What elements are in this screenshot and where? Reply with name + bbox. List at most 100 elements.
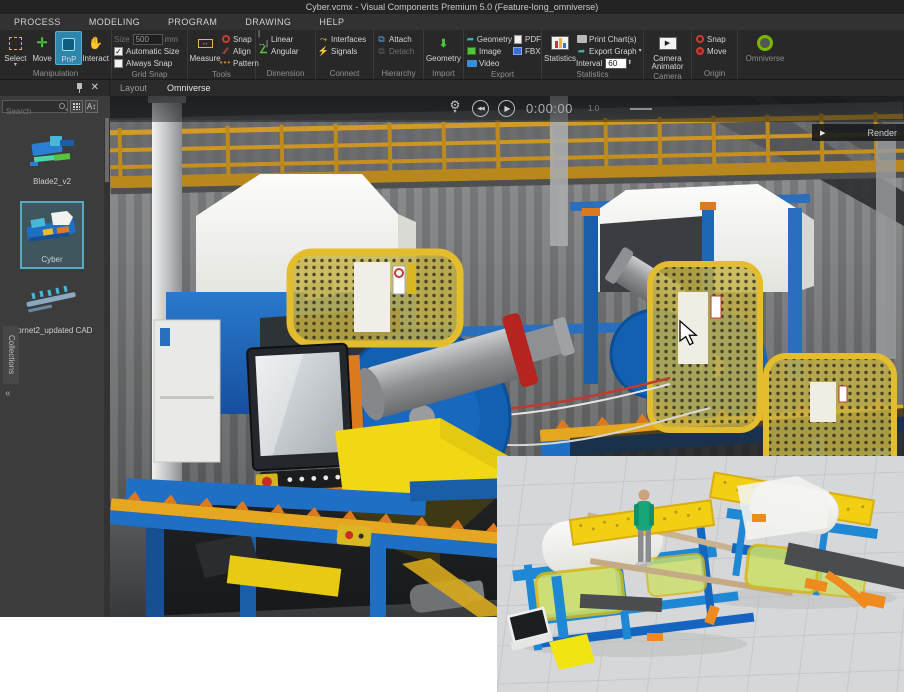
omniverse-button[interactable]: Omniverse	[740, 31, 790, 63]
scrollbar-thumb[interactable]	[105, 118, 109, 182]
measure-button[interactable]: ↔ Measure	[190, 31, 220, 63]
video-icon	[467, 60, 477, 67]
automatic-size-checkbox[interactable]: ✓ Automatic Size	[114, 45, 179, 57]
snap-button[interactable]: Snap	[220, 33, 259, 45]
interval-input[interactable]	[605, 58, 627, 69]
search-icon	[59, 103, 65, 109]
group-tools: ↔ Measure Snap ⁄⁄ Align ••• Pattern	[188, 30, 256, 79]
detach-button[interactable]: ⧉ Detach	[376, 45, 414, 57]
snap-icon	[222, 35, 230, 43]
group-grid-snap: Size mm ✓ Automatic Size Always Snap Gri…	[112, 30, 188, 79]
component-blade2[interactable]: Blade2_v2	[6, 130, 98, 187]
grid-view-button[interactable]	[70, 100, 83, 113]
inset-3d-view[interactable]	[497, 456, 904, 692]
origin-snap-icon	[696, 35, 704, 43]
playback-settings-button[interactable]: ⚙ ▾	[448, 98, 462, 115]
group-dimension: |↔| Linear ∠ Angular Dimension	[256, 30, 316, 79]
image-icon	[467, 47, 476, 55]
menu-bar: PROCESS MODELING PROGRAM DRAWING HELP	[0, 14, 904, 30]
signals-icon: ⚡	[318, 46, 329, 56]
size-input[interactable]	[133, 34, 163, 45]
pnp-icon	[62, 38, 75, 51]
export-video-button[interactable]: Video	[466, 57, 512, 69]
group-connect: ⤳ Interfaces ⚡ Signals Connect	[316, 30, 374, 79]
menu-program[interactable]: PROGRAM	[154, 17, 231, 27]
attach-button[interactable]: ⧉ Attach	[376, 33, 414, 45]
collapse-panel-icon[interactable]: «	[5, 388, 11, 399]
angular-icon: ∠	[258, 46, 269, 56]
group-camera: ▶ Camera Animator Camera	[644, 30, 692, 79]
component-hornet2[interactable]: Hornet2_updated CAD	[6, 279, 98, 336]
export-image-button[interactable]: Image	[466, 45, 512, 57]
header-strip: ✕ Layout Omniverse	[0, 80, 904, 96]
group-omniverse: Omniverse	[738, 30, 792, 79]
search-row: A↕	[0, 96, 110, 117]
camera-animator-icon: ▶	[659, 37, 677, 50]
collections-tab[interactable]: Collections	[3, 326, 19, 384]
pattern-icon: •••	[220, 58, 231, 68]
group-origin: Snap Move Origin	[692, 30, 738, 79]
close-icon[interactable]: ✕	[91, 80, 99, 96]
move-icon: ✛	[37, 35, 48, 51]
origin-move-button[interactable]: Move	[694, 45, 727, 57]
align-button[interactable]: ⁄⁄ Align	[220, 45, 259, 57]
detach-icon: ⧉	[376, 46, 387, 56]
search-box	[2, 100, 68, 113]
pnp-button[interactable]: PnP	[55, 31, 82, 65]
simulation-speed: 1.0	[588, 104, 599, 113]
interval-spinner[interactable]: ⬍	[627, 61, 632, 66]
render-panel-tab[interactable]: ▶ Render	[812, 124, 904, 141]
export-geometry-button[interactable]: ➦ Geometry	[466, 33, 512, 45]
export-fbx-button[interactable]: FBX	[512, 45, 541, 57]
component-list: Blade2_v2 Cyber	[0, 120, 104, 336]
menu-process[interactable]: PROCESS	[0, 17, 75, 27]
signals-button[interactable]: ⚡ Signals	[318, 45, 366, 57]
tab-omniverse[interactable]: Omniverse	[157, 80, 221, 96]
export-graph-dropdown-icon: ▾	[639, 49, 642, 54]
empty-area	[0, 617, 497, 692]
statistics-button[interactable]: Statistics	[544, 31, 576, 63]
search-input[interactable]	[3, 106, 67, 117]
linear-button[interactable]: |↔| Linear	[258, 33, 299, 45]
group-import: ⬇ Geometry Import	[424, 30, 464, 79]
interfaces-button[interactable]: ⤳ Interfaces	[318, 33, 366, 45]
grid-view-icon	[73, 103, 80, 110]
sort-button[interactable]: A↕	[85, 100, 98, 113]
play-button[interactable]: ▶	[498, 100, 515, 117]
ribbon: Select ▾ ✛ Move PnP ✋ Interact Manipulat…	[0, 30, 904, 80]
export-graph-button[interactable]: ➦ Export Graph ▾	[576, 45, 642, 57]
export-pdf-button[interactable]: PDF	[512, 33, 541, 45]
tab-layout[interactable]: Layout	[110, 80, 157, 96]
menu-help[interactable]: HELP	[305, 17, 358, 27]
inset-scene	[497, 456, 904, 692]
interfaces-icon: ⤳	[318, 34, 329, 44]
rewind-icon: ◀◀	[477, 106, 483, 112]
pin-icon[interactable]	[76, 83, 83, 93]
application-window: Cyber.vcmx - Visual Components Premium 5…	[0, 0, 904, 692]
menu-modeling[interactable]: MODELING	[75, 17, 154, 27]
playback-bar: ⚙ ▾ ◀◀ ▶ 0:00:00 1.0	[110, 96, 904, 122]
menu-drawing[interactable]: DRAWING	[231, 17, 305, 27]
move-button[interactable]: ✛ Move	[29, 31, 56, 63]
select-button[interactable]: Select ▾	[2, 31, 29, 68]
pattern-button[interactable]: ••• Pattern	[220, 57, 259, 69]
view-tabs: Layout Omniverse	[110, 80, 221, 96]
camera-animator-button[interactable]: ▶ Camera Animator	[646, 31, 689, 71]
print-charts-button[interactable]: Print Chart(s)	[576, 33, 642, 45]
component-cyber-selected[interactable]: Cyber	[20, 201, 84, 269]
component-thumbnail	[21, 206, 83, 252]
export-geometry-icon: ➦	[466, 34, 475, 44]
window-title: Cyber.vcmx - Visual Components Premium 5…	[306, 2, 598, 12]
pdf-icon	[514, 35, 522, 44]
always-snap-checkbox[interactable]: Always Snap	[114, 57, 179, 69]
origin-snap-button[interactable]: Snap	[694, 33, 727, 45]
speed-slider[interactable]	[630, 108, 652, 110]
sort-icon: A↕	[87, 103, 96, 111]
rewind-button[interactable]: ◀◀	[472, 100, 489, 117]
group-statistics: Statistics Print Chart(s) ➦ Export Graph…	[542, 30, 644, 79]
interval-row: Interval ⬍	[576, 57, 642, 69]
render-tab-label: Render	[867, 128, 897, 138]
interact-button[interactable]: ✋ Interact	[82, 31, 109, 63]
import-geometry-button[interactable]: ⬇ Geometry	[426, 31, 461, 63]
angular-button[interactable]: ∠ Angular	[258, 45, 299, 57]
